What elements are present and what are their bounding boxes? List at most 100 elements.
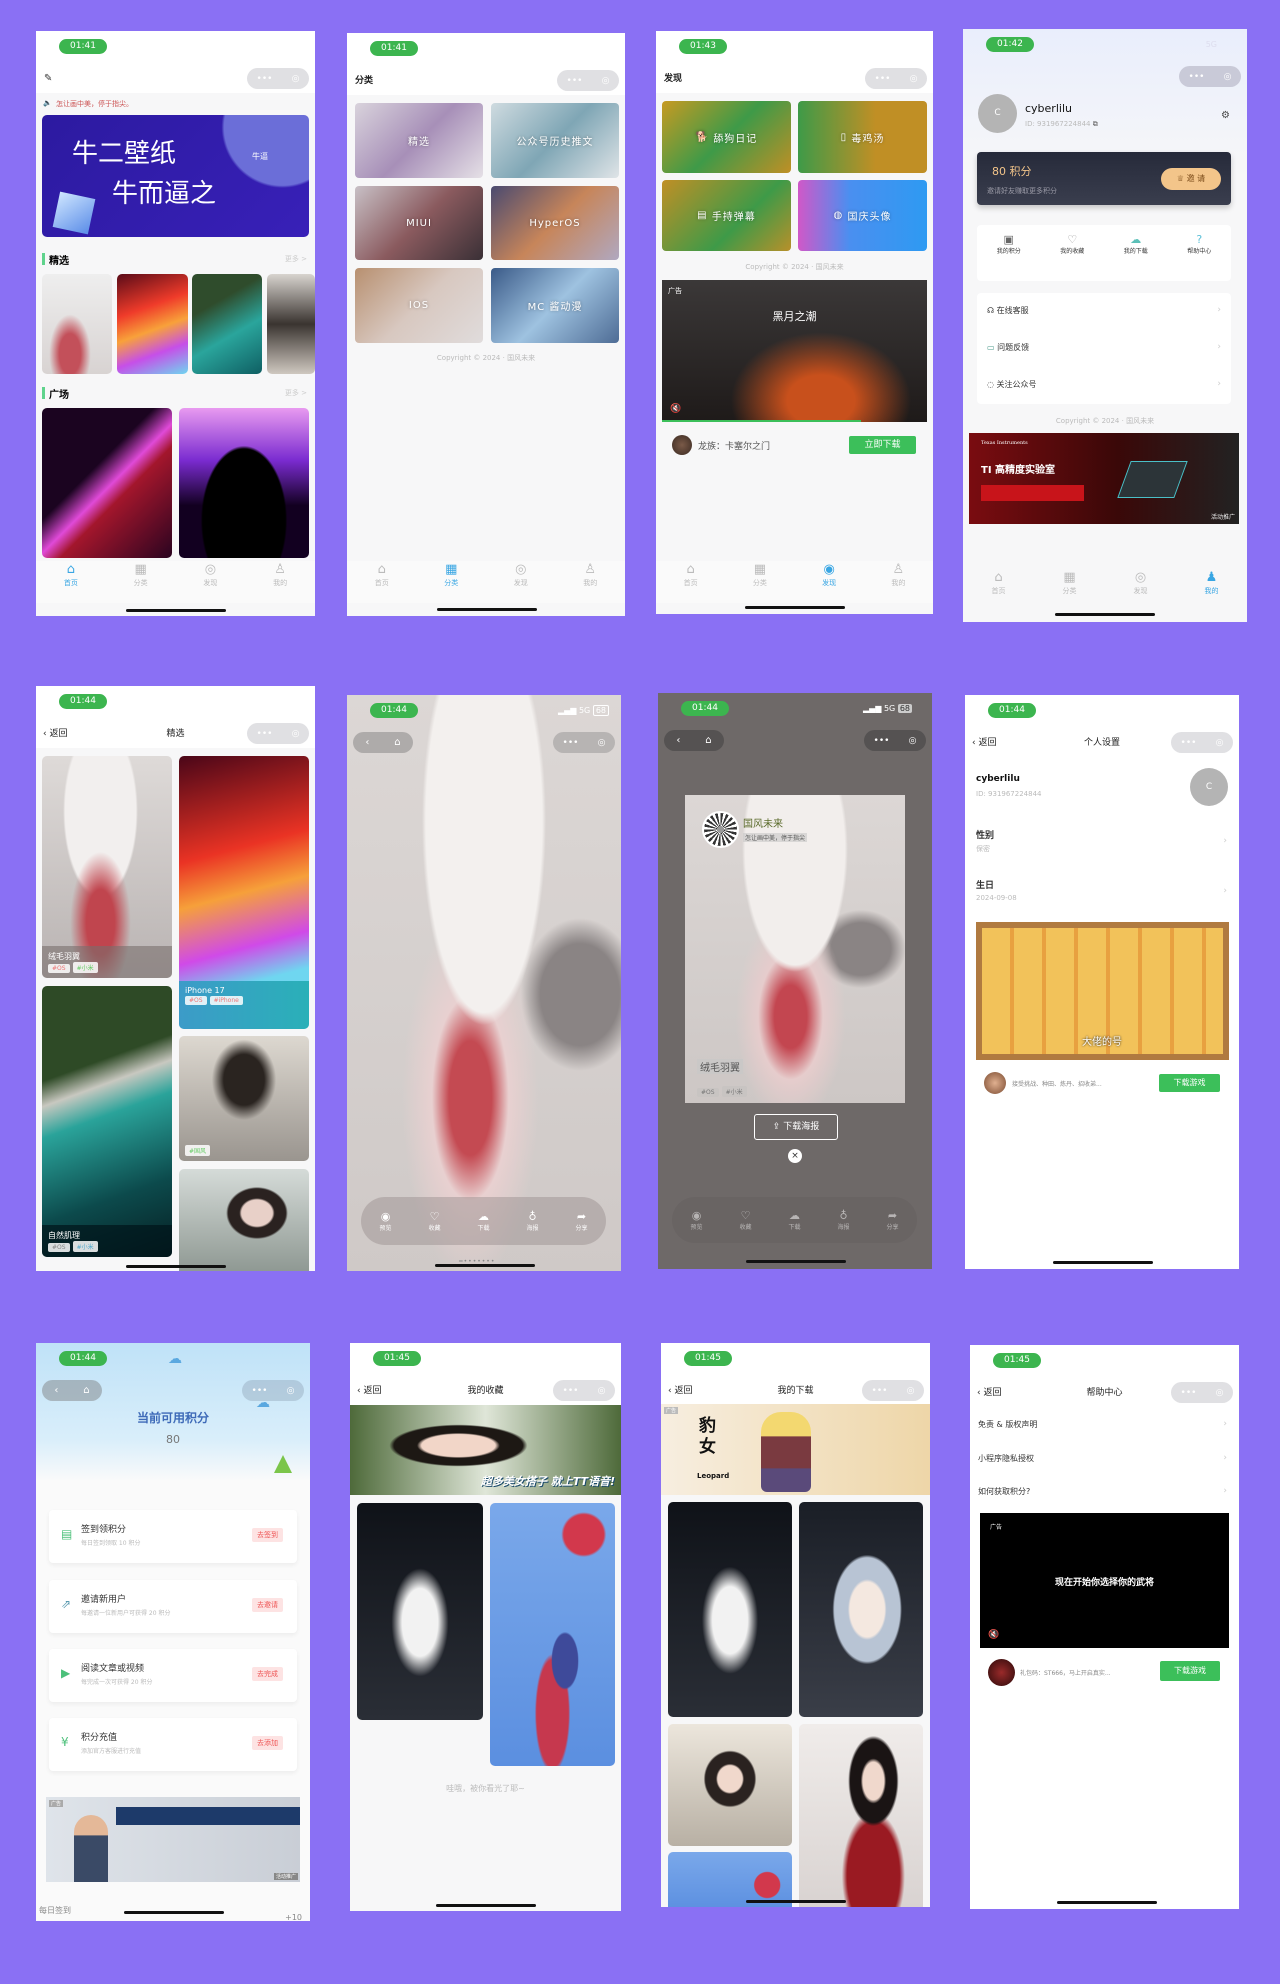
more-icon[interactable]: ••• [563,738,579,748]
checkin-button[interactable]: 去签到 [252,1528,283,1542]
close-target-icon[interactable]: ◎ [602,76,610,86]
avatar[interactable]: C [1190,768,1228,806]
avatar[interactable]: C [978,94,1017,133]
mini-program-capsule[interactable]: ••• ◎ [247,68,309,89]
tag[interactable]: #OS [48,964,70,973]
ad-banner[interactable]: 广告 豹女 Leopard [661,1404,930,1495]
back-icon[interactable]: ‹ [676,735,680,746]
mini-program-capsule[interactable]: ••• ◎ [553,732,615,753]
gear-icon[interactable]: ⚙ [1221,110,1230,121]
close-button[interactable]: × [788,1149,802,1163]
wallpaper-card[interactable]: 绒毛羽翼 #OS #小米 [42,756,172,978]
tag[interactable]: #国风 [185,1145,211,1156]
downloaded-wallpaper[interactable] [799,1502,923,1717]
mini-program-capsule[interactable]: ••• ◎ [242,1380,304,1401]
mini-program-capsule[interactable]: ••• ◎ [862,1380,924,1401]
category-tile[interactable]: MIUI [355,186,483,260]
downloaded-wallpaper[interactable] [668,1852,792,1907]
more-icon[interactable]: ••• [563,1386,579,1396]
share-button[interactable]: ➦ 分享 [557,1210,606,1232]
more-icon[interactable]: ••• [252,1386,268,1396]
wallpaper-thumbnail[interactable] [267,274,315,374]
mute-icon[interactable]: 🔇 [670,404,681,414]
favorite-button[interactable]: ♡ 收藏 [721,1209,770,1231]
close-target-icon[interactable]: ◎ [292,74,300,84]
preview-button[interactable]: ◉ 预览 [361,1210,410,1232]
menu-follow-account[interactable]: ◌ 关注公众号 › [987,379,1225,390]
wallpaper-card[interactable] [179,1169,309,1271]
more-link-featured[interactable]: 更多 > [285,254,307,264]
tab-category[interactable]: ▦ 分类 [1034,569,1105,611]
more-icon[interactable]: ••• [1181,738,1197,748]
invite-button[interactable]: 去邀请 [252,1598,283,1612]
close-target-icon[interactable]: ◎ [1216,1388,1224,1398]
tab-mine[interactable]: ♙ 我的 [556,561,626,603]
mini-program-capsule[interactable]: ••• ◎ [247,723,309,744]
gender-field[interactable]: 性别 保密 › [976,828,1231,854]
quick-help-center[interactable]: ? 帮助中心 [1168,225,1232,281]
download-poster-button[interactable]: ⇪ 下载海报 [754,1114,838,1140]
tab-discover[interactable]: ◉ 发现 [795,561,864,603]
more-icon[interactable]: ••• [567,76,583,86]
mute-icon[interactable]: 🔇 [988,1630,999,1640]
category-tile[interactable]: IOS [355,268,483,343]
ad-label[interactable]: 广告 [990,1522,1002,1531]
tab-home[interactable]: ⌂ 首页 [347,561,417,603]
preview-button[interactable]: ◉ 预览 [672,1209,721,1231]
complete-button[interactable]: 去完成 [252,1667,283,1681]
tag[interactable]: #OS [48,1243,70,1252]
ad-banner[interactable]: Texas Instruments TI 高精度实验室 活动推广 [969,433,1239,524]
wallpaper-thumbnail[interactable] [192,274,262,374]
close-target-icon[interactable]: ◎ [909,736,917,746]
tab-category[interactable]: ▦ 分类 [106,561,176,603]
mini-program-capsule[interactable]: ••• ◎ [1179,66,1241,87]
more-icon[interactable]: ••• [257,74,273,84]
downloaded-wallpaper[interactable] [799,1724,923,1907]
more-icon[interactable]: ••• [1181,1388,1197,1398]
back-icon[interactable]: ‹ [54,1385,58,1396]
discover-tile-soup[interactable]: ▯ 毒鸡汤 [798,101,927,173]
invite-button[interactable]: ♕ 邀 请 [1161,168,1221,190]
close-target-icon[interactable]: ◎ [292,729,300,739]
home-icon[interactable]: ⌂ [83,1385,89,1396]
close-target-icon[interactable]: ◎ [287,1386,295,1396]
banner[interactable]: 牛二壁纸 牛而逼之 牛逼 [42,115,309,237]
help-item-privacy[interactable]: 小程序隐私授权 › [978,1453,1231,1464]
tab-mine[interactable]: ♙ 我的 [245,561,315,603]
tag[interactable]: #OS [185,996,207,1005]
mini-program-capsule[interactable]: ••• ◎ [557,70,619,91]
home-icon[interactable]: ⌂ [394,737,400,748]
download-button[interactable]: ☁ 下载 [459,1210,508,1232]
wallpaper-card[interactable] [179,408,309,558]
close-target-icon[interactable]: ◎ [910,74,918,84]
favorite-wallpaper[interactable] [490,1503,615,1766]
mini-program-capsule[interactable]: ••• ◎ [864,730,926,751]
favorite-wallpaper[interactable] [357,1503,483,1720]
download-game-button[interactable]: 下载游戏 [1160,1661,1220,1681]
close-target-icon[interactable]: ◎ [598,738,606,748]
close-target-icon[interactable]: ◎ [1224,72,1232,82]
tag[interactable]: #小米 [72,962,98,973]
favorite-button[interactable]: ♡ 收藏 [410,1210,459,1232]
more-icon[interactable]: ••• [872,1386,888,1396]
wallpaper-card[interactable]: #国风 [179,1036,309,1161]
game-ad-image[interactable]: 大佬的号 [976,922,1229,1060]
discover-tile-danmaku[interactable]: ▤ 手持弹幕 [662,180,791,251]
more-link-square[interactable]: 更多 > [285,388,307,398]
wallpaper-card[interactable] [42,408,172,558]
download-button[interactable]: ☁ 下载 [770,1209,819,1231]
help-item-disclaimer[interactable]: 免责 & 版权声明 › [978,1419,1231,1430]
close-target-icon[interactable]: ◎ [907,1386,915,1396]
ad-banner[interactable]: 广告 活动推广 [46,1797,300,1882]
more-icon[interactable]: ••• [874,736,890,746]
ad-label[interactable]: 广告 [668,286,682,296]
tab-category[interactable]: ▦ 分类 [725,561,794,603]
video-progress[interactable] [662,420,861,422]
download-now-button[interactable]: 立即下载 [849,436,916,454]
mini-program-capsule[interactable]: ••• ◎ [1171,1382,1233,1403]
tab-discover[interactable]: ◎ 发现 [486,561,556,603]
category-tile[interactable]: MC 酱动漫 [491,268,619,343]
home-icon[interactable]: ⌂ [705,735,711,746]
tag[interactable]: #小米 [72,1241,98,1252]
add-button[interactable]: 去添加 [252,1736,283,1750]
